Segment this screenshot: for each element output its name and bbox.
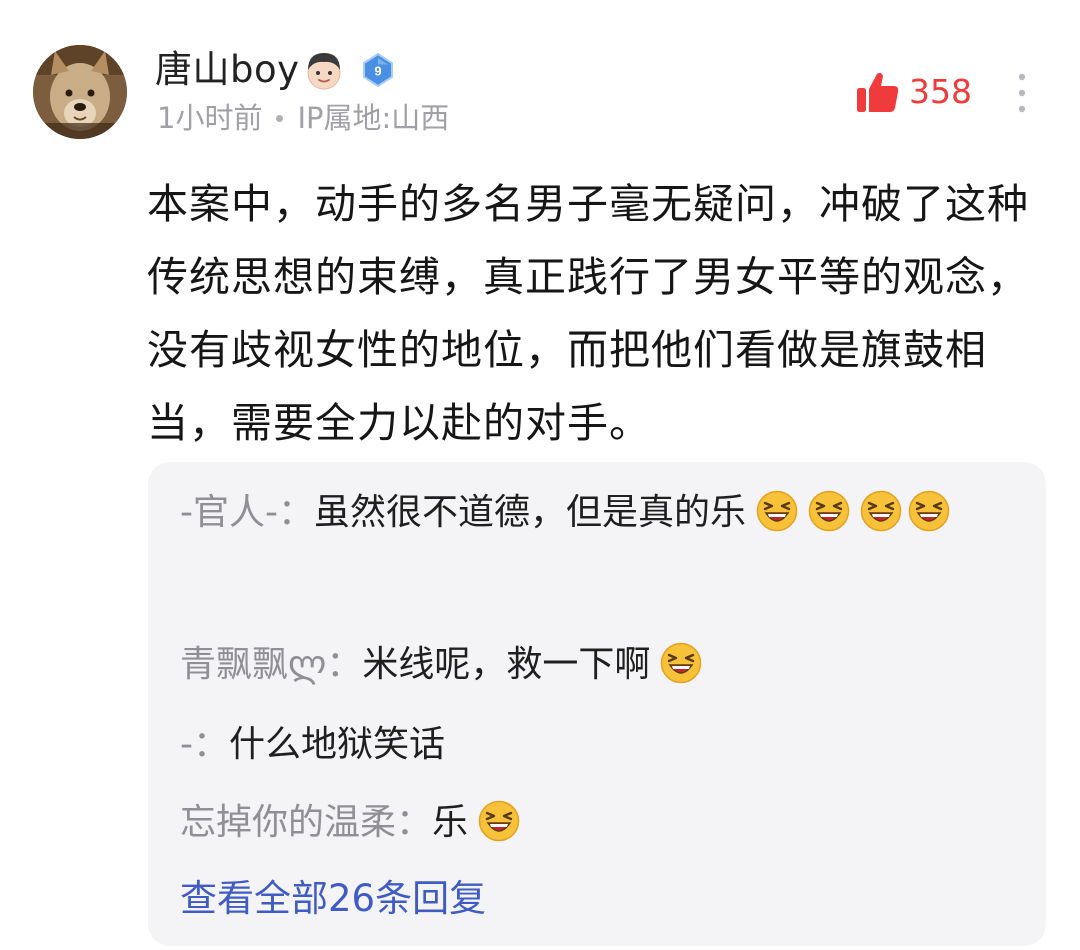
post-time: 1小时前 [157,101,263,135]
reply-author[interactable]: 忘掉你的温柔 [180,802,396,843]
reply-author[interactable]: -官人- [180,492,278,533]
reply-separator: ： [277,492,314,533]
reply-item[interactable]: -：什么地狱笑话 [180,712,1010,778]
level-number: 9 [374,64,381,79]
reply-item[interactable]: -官人-：虽然很不道德，但是真的乐 [180,480,1010,546]
diamond-level-icon: 9 [362,52,393,88]
like-button[interactable]: 358 [855,66,972,118]
thumbs-up-icon [857,72,899,112]
comment-meta: 1小时前 IP属地:山西 [157,98,449,138]
like-count: 358 [909,72,972,111]
laughing-face-icon [860,490,902,532]
more-vertical-icon[interactable] [1004,68,1040,118]
user-avatar[interactable] [33,45,127,139]
boy-face-icon [307,53,341,90]
reply-separator: ： [193,724,230,765]
reply-text: 虽然很不道德，但是真的乐 [314,492,747,533]
reply-text: 乐 [432,802,469,843]
ip-location: IP属地:山西 [297,101,450,135]
username-row: 唐山boy 9 [155,44,398,96]
view-all-replies-link[interactable]: 查看全部26条回复 [180,866,486,932]
laughing-face-icon [908,490,950,532]
laughing-face-icon [756,490,798,532]
reply-separator: ： [396,802,433,843]
meta-separator-dot [276,114,284,122]
comment-card: 唐山boy 9 1小时前 IP属地:山西 358 本案中，动手的多名男子毫无疑问… [0,0,1080,950]
laughing-face-icon [478,800,520,842]
username[interactable]: 唐山boy [155,44,300,96]
reply-text: 米线呢，救一下啊 [362,644,651,685]
laughing-face-icon [808,490,850,532]
reply-separator: ： [326,644,363,685]
laughing-face-icon [660,642,702,684]
reply-text: 什么地狱笑话 [229,724,446,765]
reply-item[interactable]: 青飘飘ლ：米线呢，救一下啊 [180,632,1010,698]
reply-author[interactable]: 青飘飘ლ [180,644,326,685]
reply-item[interactable]: 忘掉你的温柔：乐 [180,790,1010,856]
dog-avatar-icon [33,45,127,139]
reply-author[interactable]: - [180,724,193,765]
replies-panel: -官人-：虽然很不道德，但是真的乐 青飘飘ლ：米线呢，救一下啊 -：什么地狱笑话… [148,462,1046,946]
comment-text: 本案中，动手的多名男子毫无疑问，冲破了这种传统思想的束缚，真正践行了男女平等的观… [147,180,1029,447]
